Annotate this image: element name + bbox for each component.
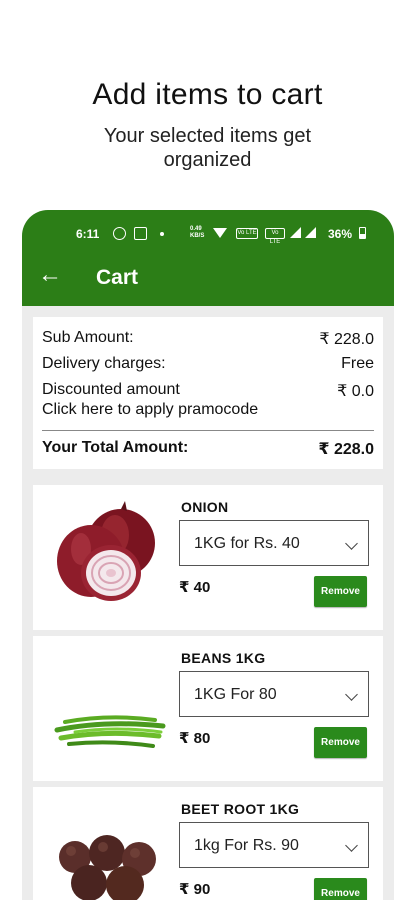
apply-promocode-link[interactable]: Click here to apply pramocode — [42, 401, 258, 419]
item-name: BEET ROOT 1KG — [181, 801, 300, 817]
phone-frame: 6:11 0.49 KB/S Vo LTE Vo LTE 36% ← Cart … — [22, 210, 394, 900]
status-time: 6:11 — [76, 227, 100, 241]
divider — [42, 430, 374, 431]
discount-label: Discounted amount — [42, 381, 180, 398]
total-value: ₹ 228.0 — [318, 441, 374, 458]
dot-icon — [160, 232, 164, 236]
volte-icon-2: Vo LTE — [265, 228, 285, 245]
quantity-select-value: 1KG For 80 — [194, 686, 277, 703]
cart-item-beetroot: BEET ROOT 1KG 1kg For Rs. 90 ₹ 90 Remove — [33, 787, 383, 900]
chevron-down-icon — [345, 688, 358, 701]
battery-percent: 36% — [328, 227, 353, 241]
quantity-select-value: 1KG for Rs. 40 — [194, 535, 300, 552]
beans-image — [54, 715, 166, 748]
cart-item-onion: ONION 1KG for Rs. 40 ₹ 40 Remove — [33, 485, 383, 630]
sub-amount-label: Sub Amount: — [42, 329, 134, 346]
signal-icon — [290, 227, 301, 238]
quantity-select[interactable]: 1KG for Rs. 40 — [179, 520, 369, 566]
network-speed: 0.49 KB/S — [190, 226, 205, 239]
item-name: ONION — [181, 499, 229, 515]
item-price: ₹ 40 — [179, 579, 211, 596]
signal-icon-2 — [305, 227, 316, 238]
beetroot-image — [59, 835, 156, 900]
item-price: ₹ 80 — [179, 730, 211, 747]
whatsapp-icon — [113, 227, 126, 240]
delivery-label: Delivery charges: — [42, 355, 166, 372]
promo-subtitle: Your selected items get organized — [103, 125, 312, 171]
remove-button[interactable]: Remove — [314, 576, 367, 607]
sub-amount-value: ₹ 228.0 — [319, 331, 374, 348]
status-bar: 6:11 0.49 KB/S Vo LTE Vo LTE 36% — [22, 226, 394, 245]
discount-value: ₹ 0.0 — [337, 383, 374, 400]
quantity-select-value: 1kg For Rs. 90 — [194, 837, 299, 854]
back-arrow-icon[interactable]: ← — [38, 263, 64, 290]
app-header: 6:11 0.49 KB/S Vo LTE Vo LTE 36% ← Cart — [22, 210, 394, 306]
quantity-select[interactable]: 1kg For Rs. 90 — [179, 822, 369, 868]
chevron-down-icon — [345, 839, 358, 852]
wifi-icon — [213, 228, 227, 238]
order-summary: Sub Amount: ₹ 228.0 Delivery charges: Fr… — [33, 317, 383, 469]
cart-item-beans: BEANS 1KG 1KG For 80 ₹ 80 Remove — [33, 636, 383, 781]
remove-button[interactable]: Remove — [314, 878, 367, 900]
volte-icon: Vo LTE — [236, 228, 258, 239]
chevron-down-icon — [345, 537, 358, 550]
page-title: Cart — [96, 266, 139, 289]
remove-button[interactable]: Remove — [314, 727, 367, 758]
app-icon — [134, 227, 147, 240]
battery-icon — [359, 227, 366, 239]
total-label: Your Total Amount: — [42, 439, 189, 456]
delivery-value: Free — [341, 355, 374, 372]
promo-title: Add items to cart — [92, 78, 323, 111]
quantity-select[interactable]: 1KG For 80 — [179, 671, 369, 717]
item-name: BEANS 1KG — [181, 650, 266, 666]
item-price: ₹ 90 — [179, 881, 211, 898]
onion-image — [57, 501, 155, 601]
